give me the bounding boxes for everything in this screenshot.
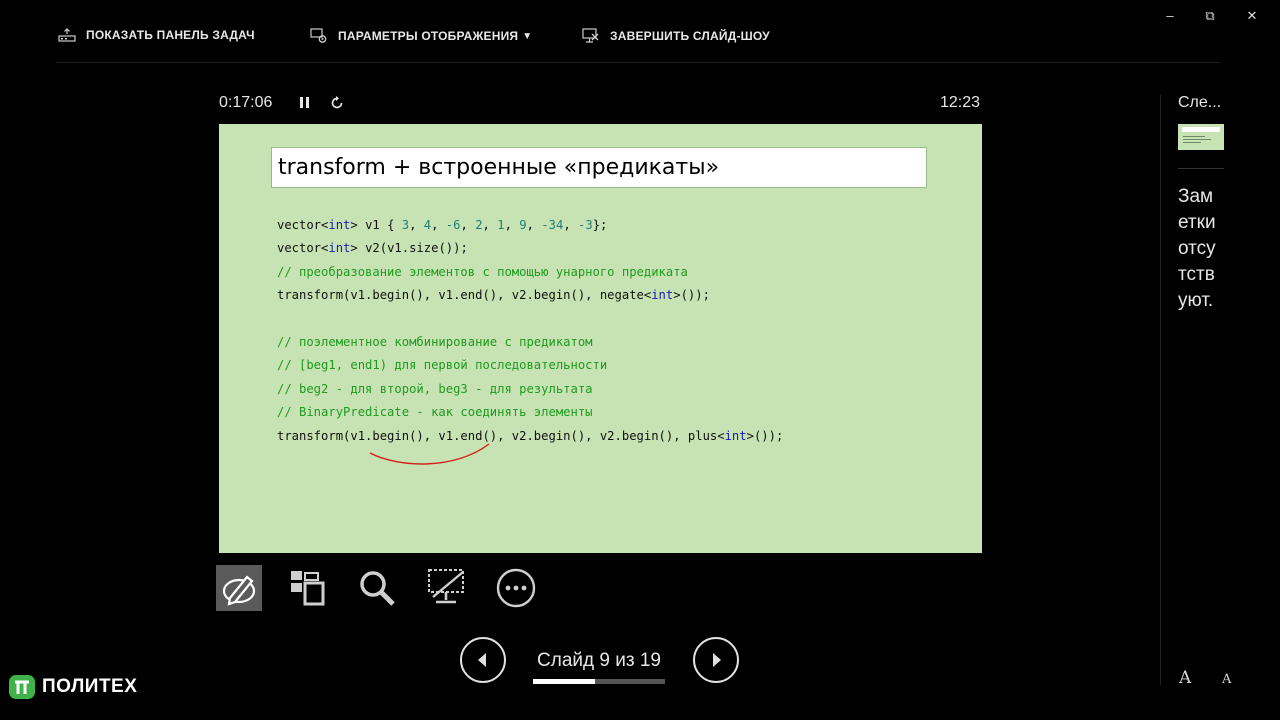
display-settings-icon <box>310 28 327 43</box>
elapsed-timer: 0:17:06 <box>219 94 273 111</box>
all-slides-icon <box>291 571 325 606</box>
thumbnail-title <box>1182 127 1220 132</box>
next-slide-thumbnail[interactable] <box>1178 124 1224 150</box>
end-slideshow-button[interactable]: ЗАВЕРШИТЬ СЛАЙД-ШОУ <box>582 28 770 44</box>
close-button[interactable]: ✕ <box>1242 8 1262 24</box>
restore-button[interactable]: ⧉ <box>1200 8 1220 24</box>
next-arrow-icon <box>713 653 721 667</box>
pause-button[interactable] <box>296 94 314 112</box>
all-slides-button[interactable] <box>284 565 330 611</box>
presenter-toolbar: ПОКАЗАТЬ ПАНЕЛЬ ЗАДАЧ ПАРАМЕТРЫ ОТОБРАЖЕ… <box>0 0 1280 72</box>
restart-icon <box>331 96 343 109</box>
display-settings-label: ПАРАМЕТРЫ ОТОБРАЖЕНИЯ <box>338 29 519 43</box>
minimize-button[interactable]: – <box>1160 8 1180 23</box>
previous-slide-button[interactable] <box>460 637 506 683</box>
black-screen-button[interactable] <box>423 565 469 611</box>
zoom-button[interactable] <box>354 565 400 611</box>
toolbar-divider <box>56 62 1220 63</box>
polytech-logo: ПОЛИТЕХ <box>8 674 137 700</box>
clock: 12:23 <box>939 94 980 111</box>
chevron-down-icon: ▼ <box>522 30 533 42</box>
thumbnail-line <box>1183 139 1211 140</box>
pen-tool-icon <box>222 575 256 606</box>
previous-arrow-icon <box>478 653 486 667</box>
end-show-icon <box>582 28 599 43</box>
more-options-icon <box>496 568 536 608</box>
side-panel-separator <box>1178 168 1224 169</box>
end-slideshow-label: ЗАВЕРШИТЬ СЛАЙД-ШОУ <box>610 29 770 43</box>
restart-timer-button[interactable] <box>328 94 346 112</box>
increase-font-button[interactable]: A <box>1179 668 1191 688</box>
taskbar-icon <box>58 28 76 42</box>
more-options-button[interactable] <box>493 565 539 611</box>
show-taskbar-label: ПОКАЗАТЬ ПАНЕЛЬ ЗАДАЧ <box>86 28 255 42</box>
logo-text: ПОЛИТЕХ <box>42 676 138 697</box>
show-taskbar-button[interactable]: ПОКАЗАТЬ ПАНЕЛЬ ЗАДАЧ <box>58 28 255 42</box>
display-settings-button[interactable]: ПАРАМЕТРЫ ОТОБРАЖЕНИЯ ▼ <box>310 28 532 44</box>
black-screen-icon <box>428 569 464 604</box>
pause-icon <box>300 97 309 108</box>
ink-annotation <box>369 443 490 465</box>
decrease-font-button[interactable]: A <box>1222 672 1231 687</box>
side-panel-divider[interactable] <box>1160 95 1161 685</box>
polytech-logo-mark <box>9 675 35 699</box>
slide-progress-bar <box>533 679 665 684</box>
next-slide-button[interactable] <box>693 637 739 683</box>
thumbnail-line <box>1183 136 1205 137</box>
speaker-notes: Заметки отсутствуют. <box>1178 186 1216 311</box>
presenter-tools <box>216 565 546 611</box>
thumbnail-line <box>1183 142 1201 143</box>
current-slide[interactable]: transform + встроенные «предикаты» vecto… <box>219 124 982 553</box>
slide-progress-fill <box>533 679 596 684</box>
slide-counter[interactable]: Слайд 9 из 19 <box>533 650 665 672</box>
zoom-icon <box>360 571 395 606</box>
pen-tool-button[interactable] <box>216 565 262 611</box>
next-slide-label: Сле... <box>1178 94 1222 111</box>
